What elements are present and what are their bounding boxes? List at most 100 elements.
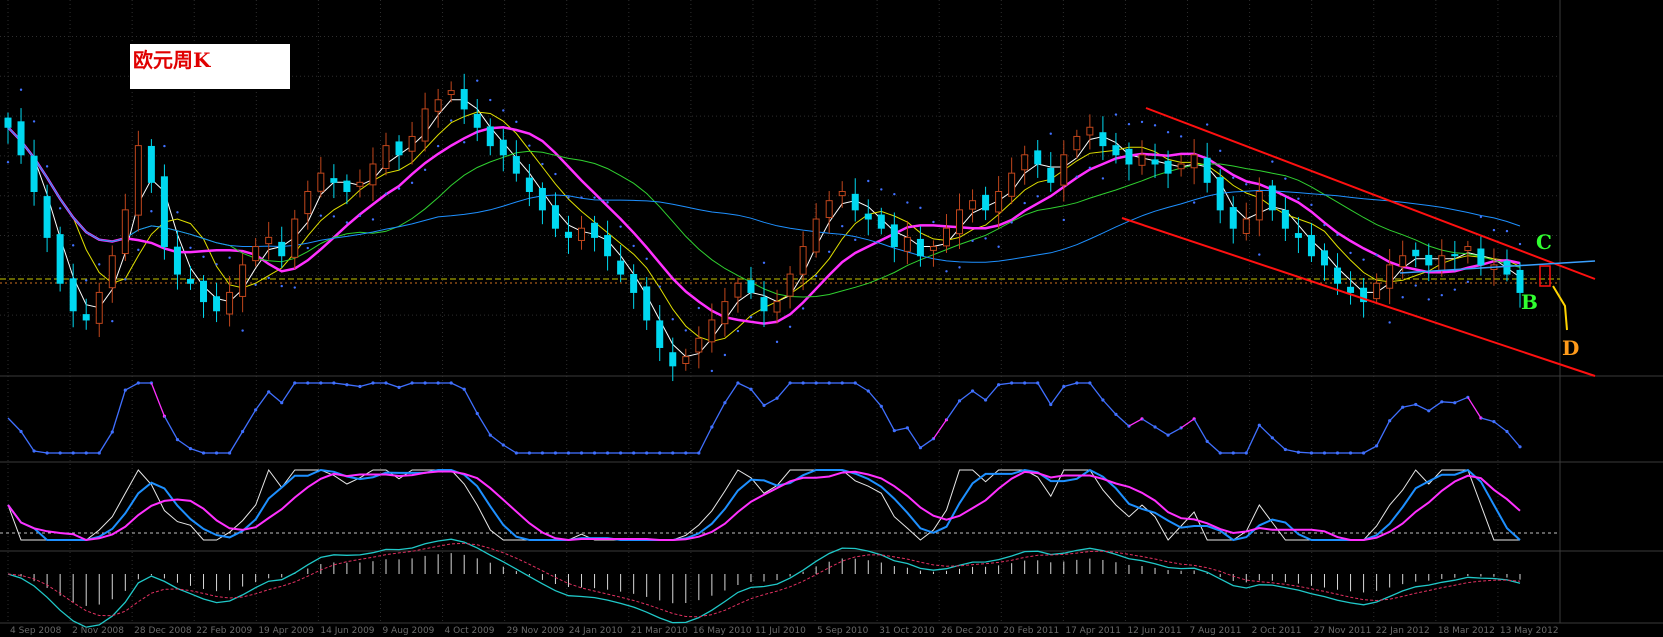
time-tick: 2 Nov 2008 — [72, 626, 124, 636]
ind1-dot — [1518, 445, 1522, 449]
time-tick: 28 Dec 2008 — [134, 626, 192, 636]
sar-dot — [228, 256, 231, 259]
ind1-segment — [776, 382, 791, 399]
candle-body — [669, 352, 677, 367]
sar-dot — [1518, 242, 1522, 246]
sar-dot — [606, 201, 609, 204]
candle-body — [160, 176, 168, 248]
sar-dot — [476, 79, 479, 82]
ind1-segment — [1050, 386, 1065, 405]
sar-dot — [293, 286, 296, 289]
candle-body — [1151, 159, 1159, 165]
candle-body — [564, 231, 572, 238]
candle-body — [1386, 264, 1394, 289]
sar-dot — [854, 238, 857, 242]
ind1-segment — [1258, 424, 1273, 439]
ind1-segment — [1141, 418, 1156, 428]
sar-dot — [1271, 160, 1274, 163]
candle-body — [1412, 249, 1420, 257]
candle-body — [134, 145, 142, 216]
candle-body — [812, 218, 820, 253]
sar-dot — [319, 214, 323, 217]
sar-dot — [150, 210, 153, 213]
candle-body — [1464, 246, 1472, 252]
sar-dot — [671, 318, 674, 321]
candle-body — [786, 273, 794, 297]
sar-dot — [554, 172, 557, 176]
candle-body — [643, 286, 651, 321]
ind1-segment — [945, 400, 961, 421]
sar-dot — [124, 278, 127, 281]
candle-body — [1503, 260, 1511, 275]
sar-dot — [71, 244, 75, 247]
candle-body — [512, 156, 520, 174]
candle-body — [1099, 132, 1107, 147]
ind1-segment — [932, 419, 948, 440]
candle-body — [578, 227, 586, 241]
sar-dot — [1466, 280, 1470, 284]
candle-body — [551, 205, 559, 229]
sar-dot — [19, 88, 23, 91]
time-tick: 7 Aug 2011 — [1190, 626, 1242, 636]
candle-body — [1438, 255, 1446, 271]
candle-body — [864, 213, 872, 220]
time-tick: 24 Jan 2010 — [569, 626, 623, 636]
candle-body — [278, 241, 286, 257]
sar-dot — [1323, 223, 1326, 227]
time-tick: 16 May 2010 — [693, 626, 752, 636]
ind1-segment — [255, 391, 270, 411]
time-tick: 2 Oct 2011 — [1252, 626, 1302, 636]
candle-body — [186, 278, 194, 284]
ind1-segment — [463, 388, 478, 414]
sar-dot — [1140, 120, 1144, 124]
sar-dot — [580, 196, 583, 199]
ind1-segment — [1271, 437, 1286, 450]
ind1-segment — [190, 447, 204, 454]
sar-dot — [1166, 131, 1170, 134]
sar-dot — [1049, 132, 1052, 135]
ind1-segment — [1454, 396, 1469, 404]
sar-dot — [736, 329, 740, 333]
candle-body — [708, 319, 716, 343]
time-tick: 5 Sep 2010 — [817, 626, 869, 636]
ind1-segment — [476, 413, 491, 436]
ind1-segment — [268, 391, 283, 404]
candle-body — [734, 282, 742, 298]
sar-dot — [880, 188, 883, 191]
candle-body — [382, 145, 390, 170]
sar-dot — [1088, 166, 1092, 169]
sar-dot — [684, 329, 687, 332]
candle-body — [1477, 248, 1485, 266]
sar-dot — [1114, 113, 1118, 116]
time-tick: 31 Oct 2010 — [879, 626, 935, 636]
candle-body — [447, 90, 455, 96]
candle-body — [721, 301, 729, 325]
ind1-segment — [1206, 440, 1221, 454]
candle-body — [121, 209, 129, 255]
sar-dot — [489, 98, 492, 102]
candle-body — [929, 246, 937, 251]
ind1-segment — [1154, 426, 1169, 436]
sar-dot — [971, 239, 974, 243]
sar-dot — [280, 284, 283, 288]
ind1-segment — [1063, 382, 1077, 388]
candle-body — [1347, 286, 1355, 293]
candle-body — [617, 260, 625, 275]
sar-dot — [371, 218, 375, 221]
sar-dot — [1205, 123, 1209, 126]
candle-body — [408, 135, 416, 152]
sar-dot — [1075, 175, 1079, 178]
sar-dot — [619, 225, 622, 228]
candle-body — [1425, 254, 1433, 266]
candle-body — [1112, 145, 1120, 156]
channel-top-line — [1145, 107, 1596, 280]
ind1-segment — [1037, 382, 1052, 405]
candle-body — [838, 191, 846, 197]
sar-dot — [1453, 288, 1457, 291]
ind1-segment — [959, 390, 973, 402]
sar-dot — [841, 224, 844, 228]
indicator-macd-panel — [7, 538, 1521, 628]
candle-body — [825, 200, 833, 218]
candle-body — [1216, 177, 1224, 211]
candle-body — [1086, 126, 1094, 136]
